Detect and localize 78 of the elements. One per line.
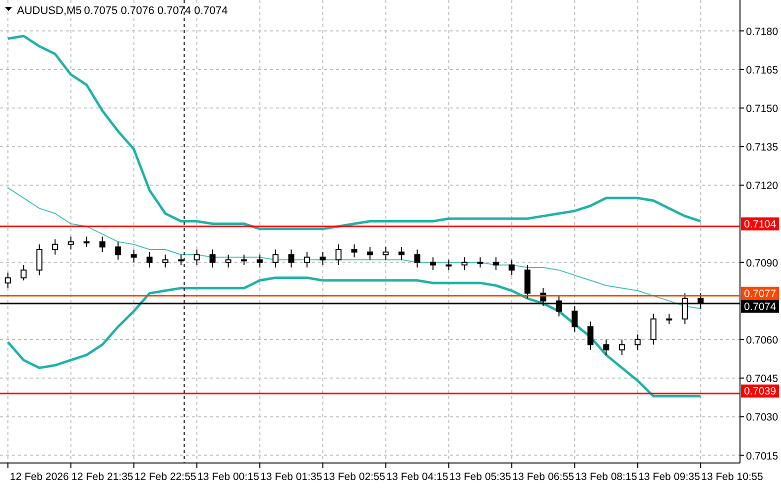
candle bbox=[666, 313, 672, 325]
price-label: 0.7015 bbox=[746, 450, 778, 462]
candle bbox=[351, 244, 358, 258]
time-label: 12 Feb 2026 bbox=[10, 471, 69, 483]
candle bbox=[461, 256, 468, 271]
candle bbox=[556, 295, 562, 317]
candle bbox=[52, 238, 58, 256]
ref-line-label: 0.7074 bbox=[744, 300, 776, 313]
price-label: 0.7165 bbox=[746, 64, 778, 76]
quote-label: 0.7075 0.7076 0.7074 0.7074 bbox=[84, 5, 228, 17]
candle bbox=[382, 246, 389, 260]
candle bbox=[446, 259, 452, 271]
candle bbox=[524, 264, 530, 299]
candle bbox=[587, 321, 594, 350]
candle bbox=[414, 249, 420, 268]
time-label: 13 Feb 08:15 bbox=[575, 471, 638, 483]
candle bbox=[115, 241, 122, 260]
time-label: 13 Feb 01:35 bbox=[260, 471, 322, 483]
time-label: 12 Feb 21:35 bbox=[71, 471, 134, 483]
candle bbox=[20, 264, 27, 281]
ref-line-label: 0.7039 bbox=[744, 386, 776, 398]
time-label: 13 Feb 09:35 bbox=[638, 471, 700, 483]
price-label: 0.7135 bbox=[746, 142, 778, 154]
candle bbox=[99, 236, 106, 253]
time-label: 13 Feb 06:55 bbox=[512, 471, 574, 483]
candle bbox=[225, 254, 232, 268]
candle bbox=[698, 292, 704, 310]
candle bbox=[36, 244, 42, 276]
price-label: 0.7060 bbox=[746, 334, 778, 347]
candle bbox=[477, 256, 484, 268]
candle bbox=[194, 249, 200, 266]
candle bbox=[367, 246, 373, 260]
symbol-label: AUDUSD,M5 bbox=[17, 5, 82, 17]
ref-line-label: 0.7104 bbox=[744, 218, 776, 230]
candle bbox=[320, 252, 326, 266]
time-label: 13 Feb 10:55 bbox=[701, 471, 764, 483]
candle bbox=[84, 236, 90, 248]
ref-line-label: 0.7077 bbox=[744, 288, 776, 300]
candle bbox=[4, 272, 11, 289]
candle bbox=[68, 236, 74, 250]
price-label: 0.7030 bbox=[746, 412, 778, 424]
price-label: 0.7120 bbox=[746, 180, 778, 192]
candle bbox=[210, 249, 216, 268]
candle bbox=[146, 252, 153, 268]
price-tag: 0.7039 bbox=[741, 384, 779, 398]
time-label: 13 Feb 00:15 bbox=[197, 471, 260, 483]
candle bbox=[241, 254, 248, 266]
time-label: 13 Feb 05:35 bbox=[449, 471, 512, 483]
candle bbox=[162, 254, 168, 268]
price-label: 0.7090 bbox=[746, 257, 778, 270]
price-label: 0.7180 bbox=[746, 26, 778, 38]
candle bbox=[336, 244, 342, 266]
candle bbox=[650, 313, 656, 346]
time-label: 13 Feb 04:15 bbox=[386, 471, 448, 483]
candle bbox=[603, 339, 610, 356]
candle bbox=[256, 254, 263, 268]
time-label: 13 Feb 02:55 bbox=[323, 471, 386, 483]
candle bbox=[634, 334, 641, 350]
dropdown-icon[interactable] bbox=[5, 7, 12, 11]
candle bbox=[130, 249, 137, 263]
candle bbox=[508, 259, 515, 276]
price-label: 0.7150 bbox=[746, 103, 778, 116]
candle bbox=[618, 339, 625, 356]
candle bbox=[540, 288, 546, 307]
candle bbox=[288, 249, 294, 268]
candle bbox=[572, 306, 578, 332]
candle bbox=[272, 249, 279, 268]
candle bbox=[304, 252, 310, 268]
candle bbox=[398, 246, 404, 260]
price-tag: 0.7077 bbox=[741, 286, 779, 300]
price-tag: 0.7104 bbox=[741, 217, 779, 230]
price-label: 0.7045 bbox=[746, 373, 778, 386]
time-label: 12 Feb 22:55 bbox=[134, 471, 196, 483]
candle bbox=[430, 256, 436, 271]
price-tag: 0.7074 bbox=[741, 300, 779, 313]
candle bbox=[492, 256, 499, 271]
candle bbox=[682, 292, 688, 325]
candle bbox=[178, 254, 184, 266]
